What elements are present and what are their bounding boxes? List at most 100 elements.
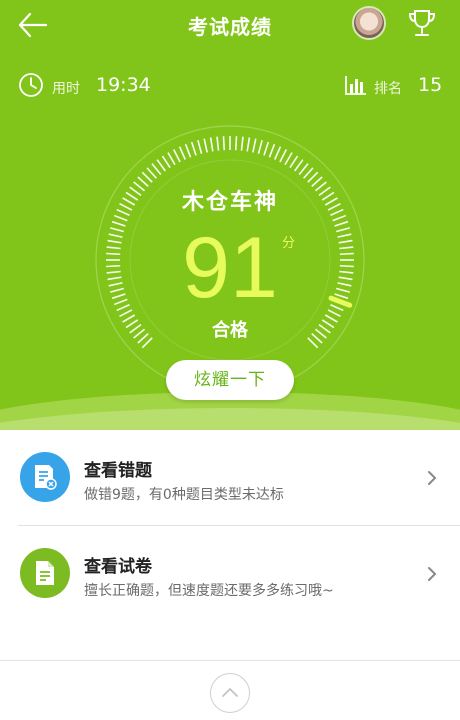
dial-tick — [334, 220, 349, 227]
dial-tick — [222, 136, 226, 151]
wrong-questions-icon — [20, 452, 70, 502]
dial-tick — [339, 270, 354, 274]
dial-tick — [156, 159, 166, 172]
dial-tick — [279, 149, 288, 163]
dial-tick — [257, 140, 263, 154]
dial-tick — [307, 337, 319, 349]
top-bar: 考试成绩 — [0, 0, 460, 50]
dial-tick — [110, 287, 124, 293]
divider — [0, 660, 460, 661]
dial-tick — [172, 149, 181, 163]
chevron-up-icon — [222, 687, 238, 697]
dial-tick — [108, 233, 123, 238]
dial-tick — [161, 155, 171, 169]
dial-tick — [327, 309, 341, 318]
dial-tick — [330, 304, 344, 312]
dial-tick — [303, 167, 314, 179]
chevron-right-icon — [424, 468, 440, 488]
dial-tick — [307, 171, 319, 183]
dial-tick — [108, 282, 123, 287]
rank-value: 15 — [418, 74, 443, 96]
item-subtitle: 擅长正确题，但速度题还要多多练习哦~ — [84, 583, 334, 599]
chevron-right-icon — [424, 564, 440, 584]
dial-tick — [318, 324, 331, 334]
rank-label: 排名 — [374, 81, 402, 97]
dial-tick — [294, 159, 304, 172]
dial-tick — [113, 214, 128, 222]
dial-tick — [111, 293, 126, 300]
back-arrow-icon[interactable] — [16, 10, 50, 40]
share-button[interactable]: 炫耀一下 — [166, 360, 294, 400]
dial-tick — [240, 136, 244, 151]
dial-tick — [107, 239, 122, 244]
dial-tick — [284, 152, 293, 166]
dial-tick — [184, 143, 192, 158]
dial-tick — [151, 163, 162, 176]
dial-tick — [337, 282, 352, 287]
dial-tick — [274, 146, 282, 160]
dial-tick — [106, 270, 121, 274]
dial-tick — [146, 167, 157, 179]
dial-tick — [246, 137, 251, 152]
dial-tick — [339, 246, 354, 250]
dial-tick — [289, 155, 299, 169]
user-title: 木仓车神 — [181, 190, 278, 215]
dial-tick — [336, 287, 350, 293]
dial-tick — [330, 208, 344, 216]
item-subtitle: 做错9题，有0种题目类型未达标 — [84, 487, 284, 503]
time-label: 用时 — [52, 81, 80, 97]
dial-tick — [332, 214, 347, 222]
stats-row: 用时 19:34 排名 15 — [0, 70, 460, 102]
pass-status: 合格 — [212, 320, 248, 341]
page-title: 考试成绩 — [188, 15, 272, 39]
dial-tick — [106, 264, 121, 268]
dial-tick — [129, 324, 142, 334]
scroll-up-button[interactable] — [210, 673, 250, 713]
dial-tick — [178, 146, 186, 160]
dial-tick — [110, 227, 124, 233]
avatar[interactable] — [352, 6, 386, 40]
dial-tick — [339, 252, 354, 256]
time-value: 19:34 — [96, 74, 151, 96]
dial-tick — [321, 319, 335, 329]
dial-tick — [268, 143, 276, 158]
dial-tick — [107, 276, 122, 281]
dial-tick — [338, 276, 353, 281]
dial-tick — [125, 319, 139, 329]
dial-tick — [141, 337, 153, 349]
dial-tick — [203, 138, 208, 153]
dial-tick — [216, 136, 220, 151]
dial-tick — [137, 333, 149, 344]
dial-tick — [133, 328, 146, 339]
dial-tick — [122, 314, 136, 323]
item-title: 查看试卷 — [84, 557, 152, 577]
dial-tick — [111, 220, 126, 227]
dial-tick — [314, 328, 327, 339]
item-title: 查看错题 — [84, 461, 152, 481]
exam-paper-icon — [20, 548, 70, 598]
dial-tick — [197, 140, 203, 154]
view-exam-paper-item[interactable]: 查看试卷 擅长正确题，但速度题还要多多练习哦~ — [0, 526, 460, 621]
dial-tick — [167, 152, 176, 166]
dial-tick — [116, 208, 130, 216]
dial-tick — [338, 239, 353, 244]
bar-chart-icon — [344, 74, 368, 96]
dial-tick — [298, 163, 309, 176]
dial-score-marker — [328, 295, 353, 308]
dial-tick — [336, 227, 350, 233]
trophy-icon[interactable] — [405, 6, 439, 40]
dial-tick — [190, 141, 197, 156]
dial-tick — [263, 141, 270, 156]
dial-tick — [113, 298, 128, 306]
view-wrong-questions-item[interactable]: 查看错题 做错9题，有0种题目类型未达标 — [0, 430, 460, 525]
dial-tick — [324, 314, 338, 323]
dial-tick — [116, 304, 130, 312]
dial-tick — [339, 264, 354, 268]
dial-tick — [141, 171, 153, 183]
dial-tick — [106, 252, 121, 256]
dial-tick — [252, 138, 257, 153]
clock-icon — [18, 72, 44, 98]
dial-tick — [311, 333, 323, 344]
score-unit: 分 — [282, 236, 296, 251]
score-header-panel: 考试成绩 用时 19:34 排名 15 木仓车神 91 分 合格 炫耀一下 — [0, 0, 460, 430]
